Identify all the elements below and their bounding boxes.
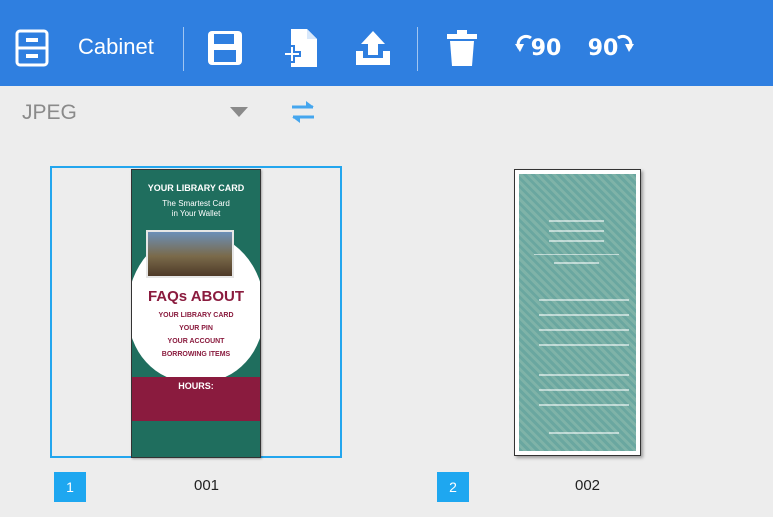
delete-button[interactable] [440,27,484,69]
preview-subtitle-1: The Smartest Card [162,199,230,208]
cabinet-button[interactable] [10,27,54,69]
page-name: 001 [194,477,220,494]
preview-item: YOUR PIN [179,325,213,332]
toolbar: Cabinet 90 90 [0,0,773,86]
chevron-down-icon[interactable] [228,104,250,120]
trash-icon [447,30,477,66]
page-thumbnail-1[interactable]: YOUR LIBRARY CARD The Smartest Card in Y… [131,169,261,458]
preview-heading: FAQs ABOUT [147,288,245,305]
save-icon [208,31,242,65]
preview-item: YOUR LIBRARY CARD [158,312,234,319]
page-thumbnail-2[interactable] [514,169,641,456]
preview-photo [146,230,234,278]
cabinet-icon [15,29,49,67]
save-button[interactable] [203,27,247,69]
preview-item: YOUR ACCOUNT [167,338,225,345]
page-number-badge: 2 [437,472,469,502]
format-select-value[interactable]: JPEG [22,101,77,125]
upload-icon [356,31,390,65]
preview-hours: HOURS: [178,381,214,391]
add-page-icon [283,29,317,67]
preview-item: BORROWING ITEMS [161,351,231,358]
rotate-right-button[interactable]: 90 [583,27,639,69]
preview-title: YOUR LIBRARY CARD [147,183,245,193]
toolbar-separator [417,27,418,71]
page-number-badge: 1 [54,472,86,502]
preview-subtitle-2: in Your Wallet [171,209,221,218]
add-page-button[interactable] [278,27,322,69]
cabinet-label[interactable]: Cabinet [78,34,154,60]
swap-icon[interactable] [289,98,317,126]
toolbar-separator [183,27,184,71]
rotate-right-icon [617,34,635,52]
rotate-right-label: 90 [587,35,619,61]
upload-button[interactable] [351,27,395,69]
rotate-left-label: 90 [530,35,562,61]
page-name: 002 [575,477,601,494]
rotate-left-button[interactable]: 90 [510,27,566,69]
page-2-preview [519,174,636,451]
